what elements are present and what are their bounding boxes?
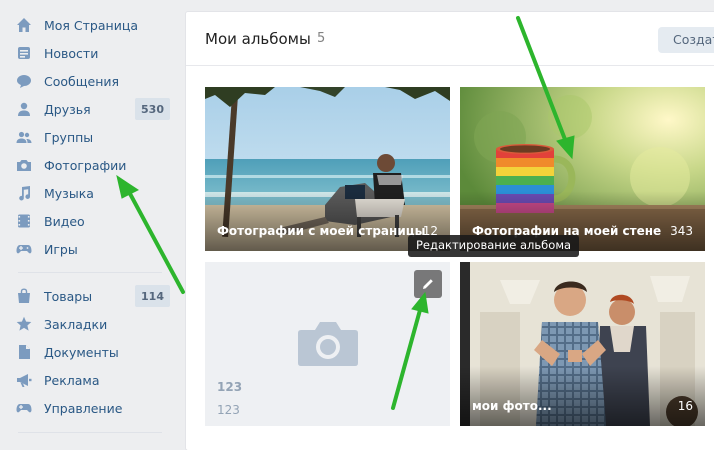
camera-icon [16, 157, 32, 173]
page-title: Мои альбомы [205, 30, 311, 48]
sidebar-item-market[interactable]: Товары 114 [16, 282, 170, 310]
albums-card: Мои альбомы 5 Создать альбом [186, 12, 714, 450]
create-album-button[interactable]: Создать альбом [658, 27, 714, 53]
edit-album-tooltip: Редактирование альбома [408, 235, 580, 257]
sidebar-item-groups[interactable]: Группы [16, 123, 170, 151]
sidebar-item-news[interactable]: Новости [16, 39, 170, 67]
sidebar-item-label: Фотографии [44, 157, 127, 173]
edit-album-button[interactable] [414, 270, 442, 298]
sidebar-item-friends[interactable]: Друзья 530 [16, 95, 170, 123]
album-card-wall-photos[interactable]: Фотографии на моей стене 343 [460, 87, 705, 251]
messages-icon [16, 73, 32, 89]
sidebar-item-label: Товары [44, 288, 93, 304]
album-description: 123 [217, 403, 240, 417]
sidebar-item-management[interactable]: Управление [16, 394, 170, 422]
friends-icon [16, 101, 32, 117]
sidebar-item-documents[interactable]: Документы [16, 338, 170, 366]
ads-icon [16, 372, 32, 388]
sidebar-item-photos[interactable]: Фотографии [16, 151, 170, 179]
star-icon [16, 316, 32, 332]
album-title: Фотографии с моей страницы [217, 224, 426, 238]
documents-icon [16, 344, 32, 360]
album-title: мои фото... [472, 399, 552, 413]
sidebar-item-my-page[interactable]: Моя Страница [16, 11, 170, 39]
music-icon [16, 185, 32, 201]
album-photo-count: 16 [677, 399, 693, 413]
album-card-profile-photos[interactable]: Фотографии с моей страницы 12 [205, 87, 450, 251]
pencil-icon [423, 279, 433, 289]
sidebar-item-bookmarks[interactable]: Закладки [16, 310, 170, 338]
friends-count-badge: 530 [135, 98, 170, 120]
sidebar-item-label: Управление [44, 400, 123, 416]
album-card-empty[interactable]: 123 123 [205, 262, 450, 426]
gamepad-icon [16, 400, 32, 416]
sidebar-item-label: Новости [44, 45, 99, 61]
album-card-my-photos[interactable]: мои фото... 16 [460, 262, 705, 426]
sidebar-item-label: Моя Страница [44, 17, 138, 33]
sidebar-item-label: Реклама [44, 372, 100, 388]
sidebar-divider [18, 272, 162, 273]
market-count-badge: 114 [135, 285, 170, 307]
sidebar-item-label: Друзья [44, 101, 91, 117]
video-icon [16, 213, 32, 229]
sidebar-divider [18, 432, 162, 433]
sidebar-item-messages[interactable]: Сообщения [16, 67, 170, 95]
left-sidebar: Моя Страница Новости Сообщения Друзья 53… [0, 0, 180, 450]
sidebar-item-games[interactable]: Игры [16, 235, 170, 263]
sidebar-item-video[interactable]: Видео [16, 207, 170, 235]
albums-count: 5 [317, 31, 326, 46]
home-icon [16, 17, 32, 33]
album-title: 123 [217, 380, 243, 394]
sidebar-item-music[interactable]: Музыка [16, 179, 170, 207]
news-icon [16, 45, 32, 61]
sidebar-item-label: Сообщения [44, 73, 120, 89]
market-icon [16, 288, 32, 304]
albums-header: Мои альбомы 5 Создать альбом [186, 12, 714, 66]
album-caption-shade [460, 366, 705, 426]
sidebar-item-label: Документы [44, 344, 119, 360]
sidebar-item-label: Музыка [44, 185, 94, 201]
camera-icon [298, 322, 358, 366]
sidebar-item-label: Группы [44, 129, 94, 145]
sidebar-item-label: Видео [44, 213, 85, 229]
games-icon [16, 241, 32, 257]
sidebar-item-ads[interactable]: Реклама [16, 366, 170, 394]
sidebar-item-label: Игры [44, 241, 78, 257]
groups-icon [16, 129, 32, 145]
sidebar-item-label: Закладки [44, 316, 108, 332]
album-photo-count: 343 [670, 224, 693, 238]
